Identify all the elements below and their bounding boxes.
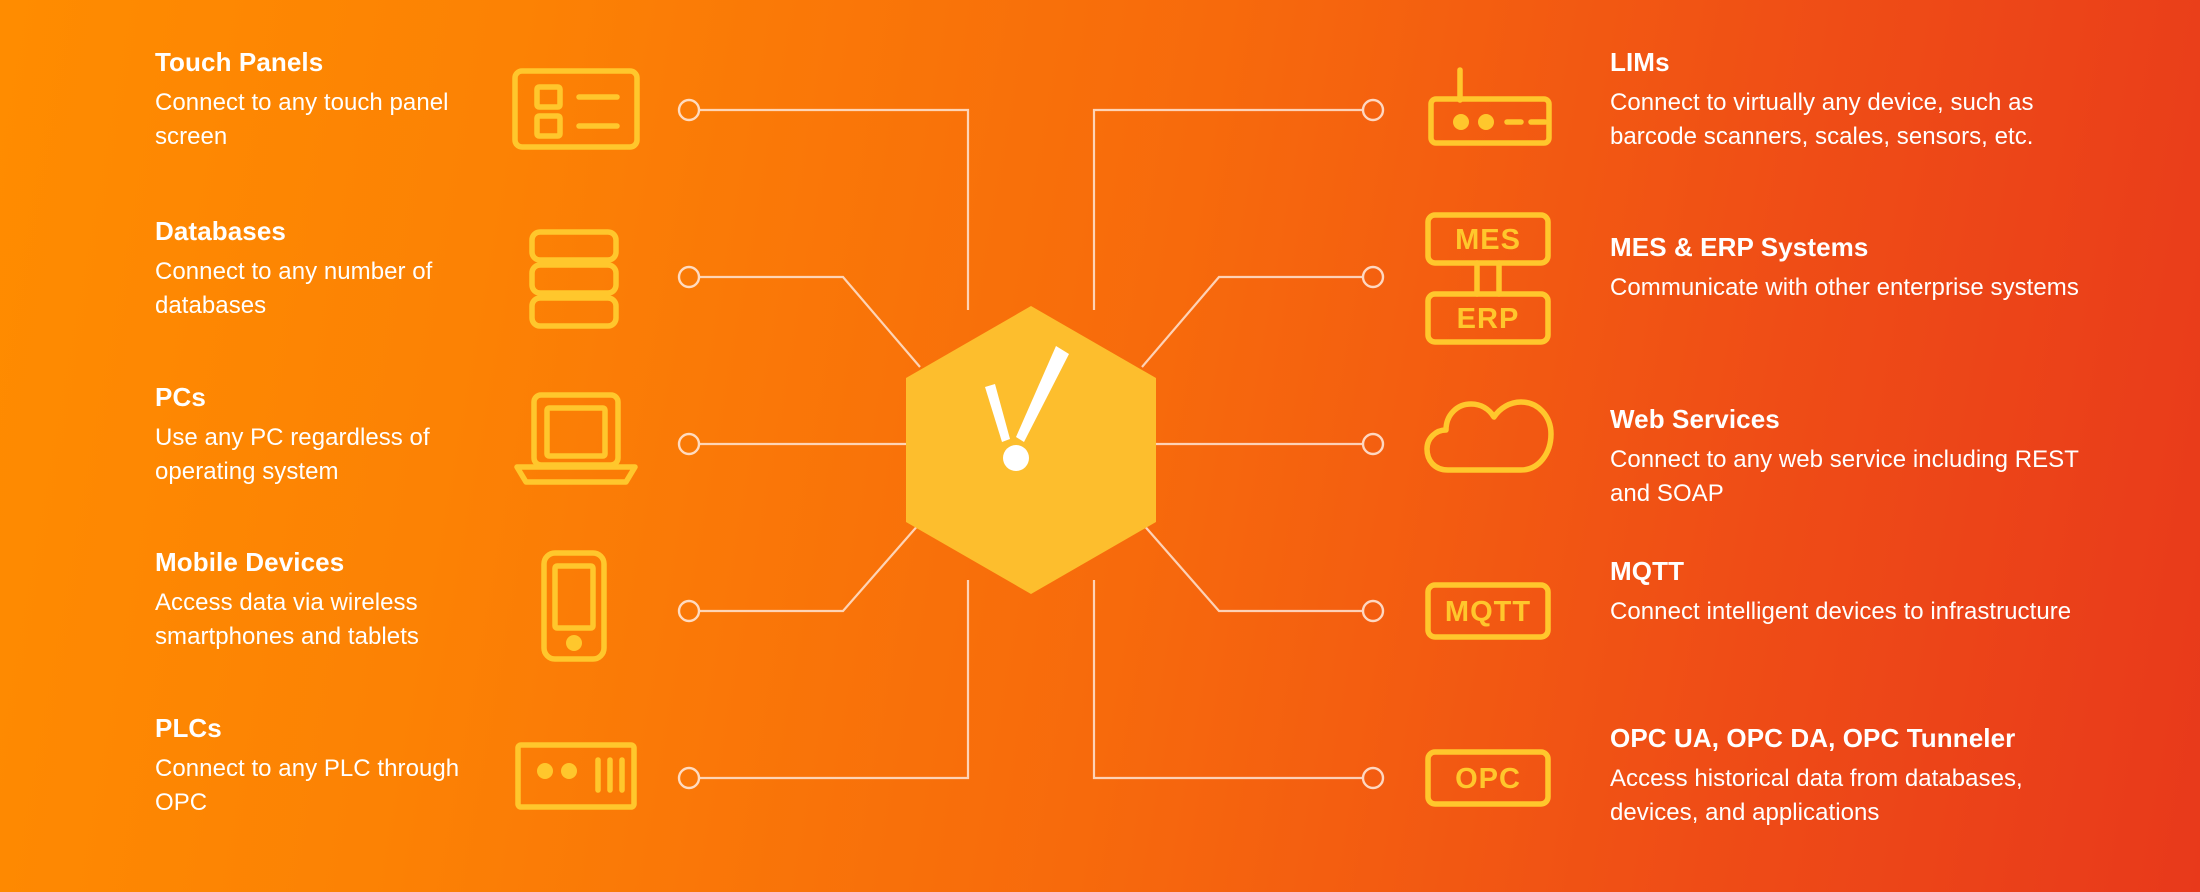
feature-description: Access historical data from databases, d… [1610,765,2023,826]
mes-label: MES [1455,224,1521,256]
laptop-icon [514,392,638,488]
feature-title: Databases [155,216,286,246]
feature-description: Access data via wireless smartphones and… [155,589,419,650]
feature-title: Touch Panels [155,47,324,77]
connector-node-right-3 [1361,432,1385,456]
feature-databases: Databases Connect to any number of datab… [155,216,485,322]
mobile-phone-icon [541,550,607,662]
connector-node-right-2 [1361,265,1385,289]
feature-title: Mobile Devices [155,547,345,577]
database-stack-icon [528,229,620,329]
feature-title: MQTT [1610,556,1685,586]
connector-node-right-4 [1361,599,1385,623]
feature-description: Communicate with other enterprise system… [1610,274,2079,302]
mes-erp-boxes-icon: MES ERP [1425,212,1551,345]
feature-plcs: PLCs Connect to any PLC through OPC [155,713,485,819]
feature-mqtt: MQTT Connect intelligent devices to infr… [1610,556,2080,629]
feature-description: Use any PC regardless of operating syste… [155,424,430,485]
cloud-icon [1424,392,1560,474]
feature-lims: LIMs Connect to virtually any device, su… [1610,47,2080,153]
connector-node-right-5 [1361,766,1385,790]
feature-title: PCs [155,382,206,412]
connector-node-left-5 [677,766,701,790]
mqtt-label: MQTT [1445,596,1531,628]
feature-description: Connect to virtually any device, such as… [1610,89,2034,150]
connector-node-left-1 [677,98,701,122]
feature-web-services: Web Services Connect to any web service … [1610,404,2080,510]
feature-description: Connect intelligent devices to infrastru… [1610,598,2072,626]
mqtt-box-icon: MQTT [1425,582,1551,640]
feature-touch-panels: Touch Panels Connect to any touch panel … [155,47,485,153]
connector-node-left-3 [677,432,701,456]
feature-mobile-devices: Mobile Devices Access data via wireless … [155,547,485,653]
feature-description: Connect to any web service including RES… [1610,446,2079,507]
touch-panel-icon [512,68,640,150]
opc-label: OPC [1455,763,1521,795]
feature-mes-erp: MES & ERP Systems Communicate with other… [1610,232,2080,305]
connector-node-left-2 [677,265,701,289]
feature-title: MES & ERP Systems [1610,232,1869,262]
feature-title: LIMs [1610,47,1670,77]
lims-device-icon [1428,66,1552,146]
erp-label: ERP [1457,303,1520,335]
plc-controller-icon [515,742,637,810]
feature-opc: OPC UA, OPC DA, OPC Tunneler Access hist… [1610,723,2110,829]
opc-box-icon: OPC [1425,749,1551,807]
connector-node-left-4 [677,599,701,623]
feature-title: PLCs [155,713,222,743]
feature-description: Connect to any number of databases [155,258,433,319]
ignition-hexagon-logo [906,306,1156,594]
feature-pcs: PCs Use any PC regardless of operating s… [155,382,485,488]
feature-description: Connect to any touch panel screen [155,89,449,150]
connector-node-right-1 [1361,98,1385,122]
feature-description: Connect to any PLC through OPC [155,755,460,816]
feature-title: Web Services [1610,404,1780,434]
diagram-canvas: MES ERP MQTT OPC Touch Panels Connect to… [0,0,2200,892]
feature-title: OPC UA, OPC DA, OPC Tunneler [1610,723,2016,753]
